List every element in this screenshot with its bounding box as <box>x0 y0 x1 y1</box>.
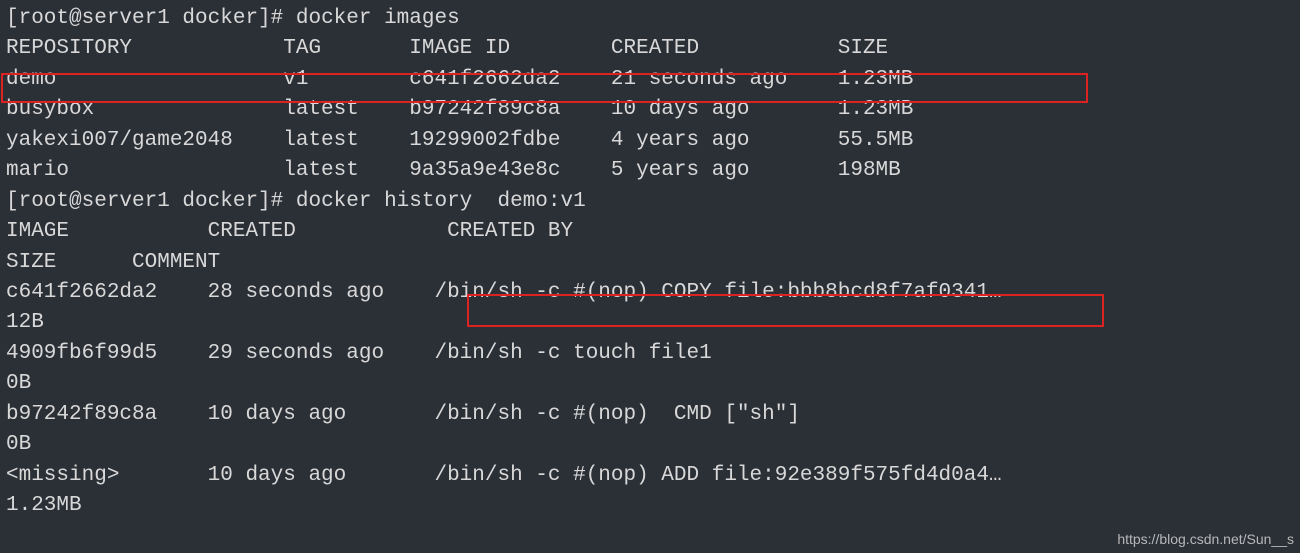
watermark-text: https://blog.csdn.net/Sun__s <box>1117 529 1294 549</box>
table-row: busybox latest b97242f89c8a 10 days ago … <box>6 95 1294 125</box>
table-row: demo v1 c641f2662da2 21 seconds ago 1.23… <box>6 65 1294 95</box>
shell-prompt: [root@server1 docker]# <box>6 190 296 213</box>
terminal-line-command-1: [root@server1 docker]# docker images <box>6 4 1294 34</box>
table-row: yakexi007/game2048 latest 19299002fdbe 4… <box>6 126 1294 156</box>
table-row: mario latest 9a35a9e43e8c 5 years ago 19… <box>6 156 1294 186</box>
table-row: b97242f89c8a 10 days ago /bin/sh -c #(no… <box>6 400 1294 430</box>
command-text[interactable]: docker images <box>296 7 460 30</box>
table-header-history-2: SIZE COMMENT <box>6 248 1294 278</box>
table-row: 0B <box>6 430 1294 460</box>
shell-prompt: [root@server1 docker]# <box>6 7 296 30</box>
command-text[interactable]: docker history demo:v1 <box>296 190 586 213</box>
table-row: c641f2662da2 28 seconds ago /bin/sh -c #… <box>6 278 1294 308</box>
table-header-images: REPOSITORY TAG IMAGE ID CREATED SIZE <box>6 34 1294 64</box>
table-row: <missing> 10 days ago /bin/sh -c #(nop) … <box>6 461 1294 491</box>
table-row: 1.23MB <box>6 491 1294 521</box>
terminal-line-command-2: [root@server1 docker]# docker history de… <box>6 187 1294 217</box>
table-row: 12B <box>6 308 1294 338</box>
table-header-history-1: IMAGE CREATED CREATED BY <box>6 217 1294 247</box>
table-row: 0B <box>6 369 1294 399</box>
table-row: 4909fb6f99d5 29 seconds ago /bin/sh -c t… <box>6 339 1294 369</box>
